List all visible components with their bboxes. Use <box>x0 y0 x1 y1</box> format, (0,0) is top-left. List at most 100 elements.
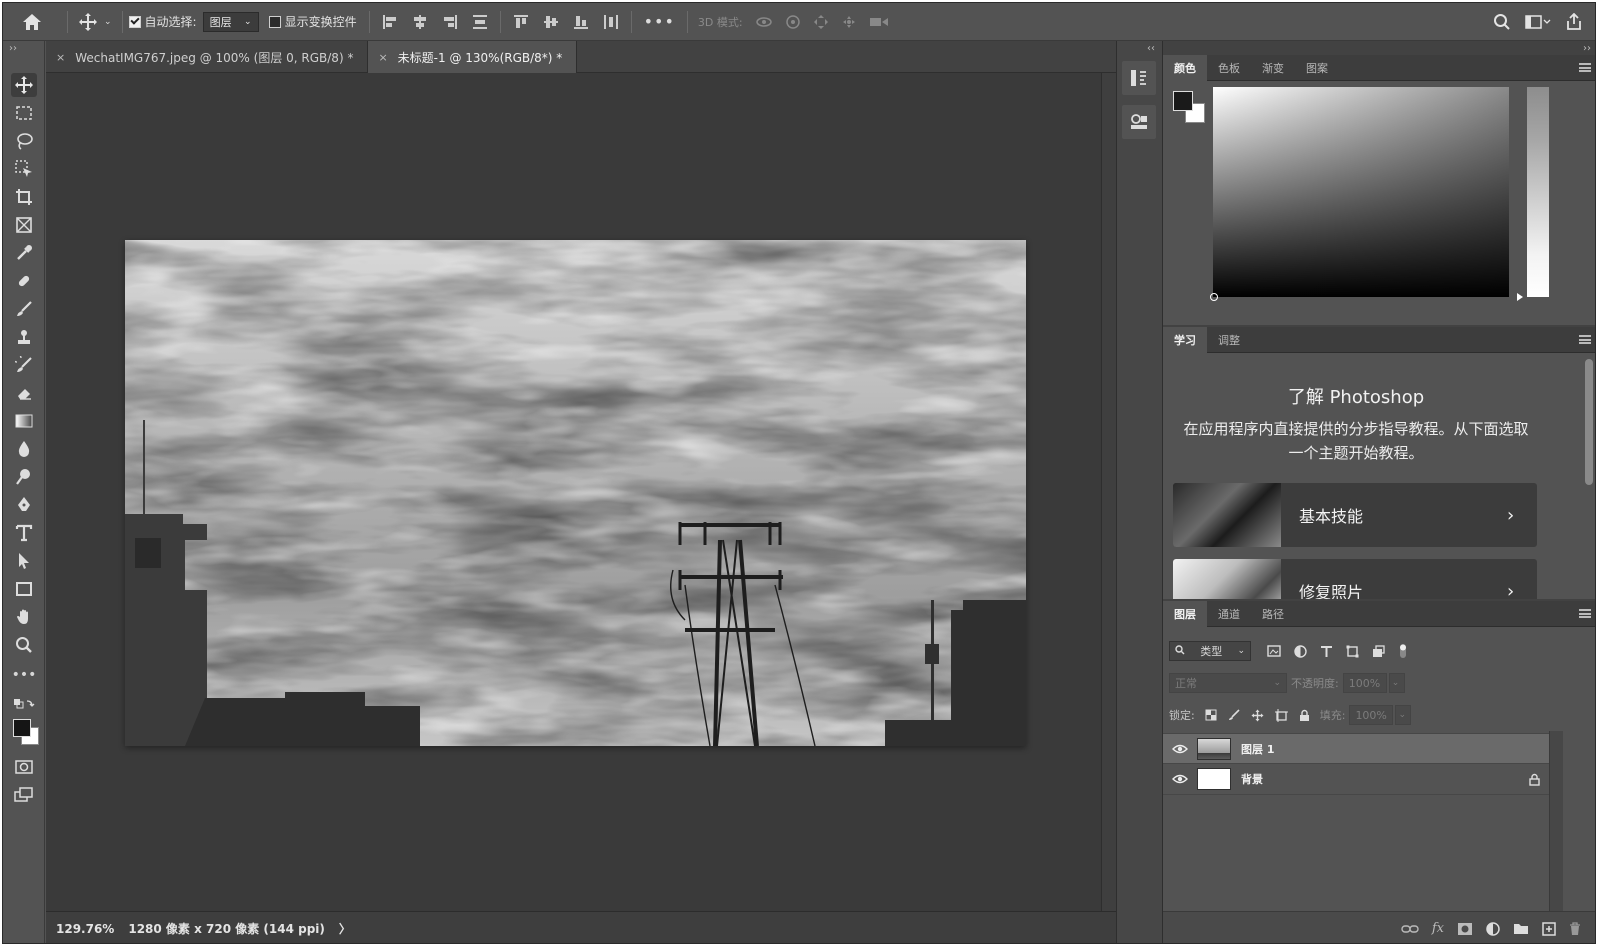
eyedropper-tool-icon[interactable] <box>11 241 37 265</box>
adjustment-layer-icon[interactable] <box>1486 921 1500 936</box>
panel-menu-icon[interactable] <box>1579 609 1591 618</box>
dodge-tool-icon[interactable] <box>11 465 37 489</box>
align-left-icon[interactable] <box>382 14 398 30</box>
swap-colors-icon[interactable] <box>11 693 37 717</box>
panel-menu-icon[interactable] <box>1579 335 1591 344</box>
visibility-eye-icon[interactable] <box>1163 774 1197 784</box>
type-tool-icon[interactable] <box>11 521 37 545</box>
fill-dropdown[interactable]: ⌄ <box>1395 705 1412 725</box>
collapse-panels-icon[interactable]: ‹‹ <box>1147 43 1155 54</box>
share-icon[interactable] <box>1565 12 1583 31</box>
workspace-icon[interactable] <box>1525 14 1551 30</box>
home-button[interactable] <box>3 3 61 40</box>
picker-cursor[interactable] <box>1210 293 1218 301</box>
fx-icon[interactable]: fx <box>1432 921 1444 936</box>
align-bottom-icon[interactable] <box>573 14 589 30</box>
align-middle-v-icon[interactable] <box>543 14 559 30</box>
color-slider[interactable] <box>1517 87 1549 301</box>
tab-wechat-img[interactable]: × WechatIMG767.jpeg @ 100% (图层 0, RGB/8)… <box>46 41 369 73</box>
filter-smart-object-icon[interactable] <box>1372 644 1385 658</box>
frame-tool-icon[interactable] <box>11 213 37 237</box>
crop-tool-icon[interactable] <box>11 185 37 209</box>
color-swatches[interactable] <box>11 715 39 749</box>
clone-stamp-icon[interactable] <box>11 325 37 349</box>
tab-adjustments[interactable]: 调整 <box>1207 327 1251 353</box>
layer-row-layer-1[interactable]: 图层 1 <box>1163 733 1549 764</box>
blend-mode-select[interactable]: 正常 ⌄ <box>1169 673 1287 693</box>
orbit-3d-icon[interactable] <box>755 14 773 30</box>
visibility-eye-icon[interactable] <box>1163 744 1197 754</box>
layer-name[interactable]: 背景 <box>1241 771 1519 787</box>
eraser-tool-icon[interactable] <box>11 381 37 405</box>
move-tool-preset[interactable]: ⌄ <box>74 3 116 40</box>
layer-row-background[interactable]: 背景 <box>1163 764 1549 795</box>
collapse-right-panels-icon[interactable]: ›› <box>1583 43 1591 54</box>
lock-image-icon[interactable] <box>1228 709 1240 721</box>
tab-swatches[interactable]: 色板 <box>1207 55 1251 81</box>
tab-learn[interactable]: 学习 <box>1163 326 1207 353</box>
auto-select-dropdown[interactable]: 图层 ⌄ <box>202 11 259 32</box>
slide-3d-icon[interactable] <box>841 14 857 30</box>
new-group-icon[interactable] <box>1513 922 1529 935</box>
close-icon[interactable]: × <box>378 51 387 64</box>
show-transform-checkbox[interactable]: 显示变换控件 <box>268 3 357 40</box>
gradient-tool-icon[interactable] <box>11 409 37 433</box>
lock-artboard-icon[interactable] <box>1274 708 1288 722</box>
layers-scrollbar[interactable] <box>1549 731 1563 911</box>
filter-pixel-icon[interactable] <box>1267 645 1281 657</box>
move-tool-icon[interactable] <box>11 73 37 97</box>
screen-mode-icon[interactable] <box>11 783 37 807</box>
lasso-tool-icon[interactable] <box>11 129 37 153</box>
document-image[interactable] <box>125 240 1026 746</box>
tab-gradients[interactable]: 渐变 <box>1251 55 1295 81</box>
distribute-v-icon[interactable] <box>472 14 488 30</box>
libraries-panel-button[interactable] <box>1122 105 1156 139</box>
blur-tool-icon[interactable] <box>11 437 37 461</box>
link-layers-icon[interactable] <box>1401 924 1419 934</box>
new-layer-icon[interactable] <box>1542 921 1556 936</box>
history-panel-button[interactable] <box>1122 61 1156 95</box>
opacity-dropdown[interactable]: ⌄ <box>1388 673 1405 693</box>
lock-all-icon[interactable] <box>1299 709 1310 722</box>
video-3d-icon[interactable] <box>869 15 889 29</box>
tab-paths[interactable]: 路径 <box>1251 601 1295 627</box>
zoom-tool-icon[interactable] <box>11 633 37 657</box>
document-canvas[interactable] <box>46 73 1101 911</box>
filter-toggle-icon[interactable] <box>1398 643 1408 659</box>
panel-menu-icon[interactable] <box>1579 63 1591 72</box>
color-picker-field[interactable] <box>1210 87 1509 301</box>
hand-tool-icon[interactable] <box>11 605 37 629</box>
canvas-vertical-scrollbar[interactable] <box>1101 73 1116 911</box>
more-tools-icon[interactable]: ••• <box>11 663 37 687</box>
layer-name[interactable]: 图层 1 <box>1241 741 1549 757</box>
checkbox-checked[interactable] <box>128 15 141 28</box>
delete-layer-icon[interactable] <box>1569 921 1581 936</box>
zoom-level[interactable]: 129.76% <box>56 922 114 936</box>
foreground-swatch[interactable] <box>1173 91 1193 111</box>
lock-position-icon[interactable] <box>1251 709 1264 722</box>
learn-card-basic-skills[interactable]: 基本技能 › <box>1173 483 1537 547</box>
filter-type-icon[interactable] <box>1320 645 1333 658</box>
roll-3d-icon[interactable] <box>785 14 801 30</box>
lock-transparent-icon[interactable] <box>1205 709 1217 721</box>
marquee-tool-icon[interactable] <box>11 101 37 125</box>
tab-untitled-1[interactable]: × 未标题-1 @ 130%(RGB/8*) * <box>368 41 578 73</box>
opacity-input[interactable]: 100% <box>1342 673 1387 693</box>
tab-patterns[interactable]: 图案 <box>1295 55 1339 81</box>
tab-color[interactable]: 颜色 <box>1163 54 1207 81</box>
fill-input[interactable]: 100% <box>1349 705 1394 725</box>
search-icon[interactable] <box>1493 13 1511 31</box>
filter-adjustment-icon[interactable] <box>1294 644 1307 658</box>
align-top-icon[interactable] <box>513 14 529 30</box>
tab-channels[interactable]: 通道 <box>1207 601 1251 627</box>
align-right-icon[interactable] <box>442 14 458 30</box>
object-select-tool-icon[interactable] <box>11 157 37 181</box>
drag-3d-icon[interactable] <box>813 14 829 30</box>
rectangle-tool-icon[interactable] <box>11 577 37 601</box>
filter-shape-icon[interactable] <box>1346 645 1359 658</box>
layer-filter-select[interactable]: 类型 ⌄ <box>1169 641 1251 661</box>
learn-card-fix-photo[interactable]: 修复照片 › <box>1173 559 1537 599</box>
more-options-button[interactable]: ••• <box>638 3 681 40</box>
foreground-color-swatch[interactable] <box>13 719 31 737</box>
status-menu-arrow[interactable]: 〉 <box>339 920 351 937</box>
